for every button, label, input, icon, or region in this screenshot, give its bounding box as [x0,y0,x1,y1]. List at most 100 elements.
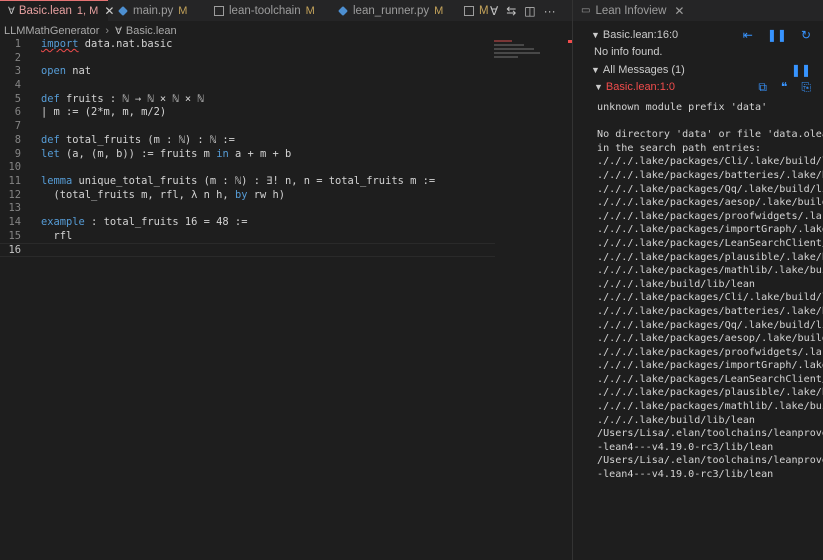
editor-actions: ∀ ⇆ ◫ ··· [490,0,573,21]
code-line[interactable]: 13 [0,202,495,216]
message-actions: ⧉ ❝ ⎘ [758,80,811,95]
line-number: 11 [8,174,21,187]
goal-header[interactable]: ▼ Basic.lean:16:0 ⇤ ❚❚ ↻ [573,28,823,42]
minimap-line [494,48,534,50]
line-text: (total_fruits m, rfl, λ n h, by rw h) [41,188,286,203]
code-token: fruits : ℕ → ℕ × ℕ × ℕ [59,92,204,105]
split-editor-icon[interactable]: ◫ [524,4,535,18]
file-icon [214,5,224,16]
paste-icon[interactable]: ⎘ [801,80,811,95]
line-number: 14 [8,215,21,228]
line-number: 3 [14,65,21,78]
code-token: a + m + b [228,147,292,160]
code-token: (a, (m, b)) := fruits m [59,147,217,160]
close-icon[interactable]: ✕ [104,4,114,18]
code-line[interactable]: 7 [0,120,495,134]
lean-infoview-pane: ▭ Lean Infoview ✕ ▼ Basic.lean:16:0 ⇤ ❚❚… [573,0,823,560]
tab-status: M [178,4,188,17]
message-location[interactable]: Basic.lean:1:0 [606,81,675,93]
code-line[interactable]: 14 example : total_fruits 16 = 48 := [0,216,495,230]
code-line[interactable]: 2 [0,52,495,66]
minimap[interactable] [494,40,568,64]
pin-icon[interactable]: ⇤ [743,28,753,42]
tab-basic-lean[interactable]: ∀ Basic.lean 1, M ✕ [0,0,114,21]
quote-icon[interactable]: ❝ [781,80,787,95]
line-number: 13 [8,202,21,215]
line-number: 6 [14,106,21,119]
keyword-token: in [216,147,229,160]
pause-icon[interactable]: ❚❚ [767,28,787,42]
tab-label: lean_runner.py [353,4,430,17]
code-token: (total_fruits m, rfl, λ n h, [41,188,235,201]
line-text: rfl [41,229,73,244]
line-number: 4 [14,79,21,92]
minimap-line [494,40,512,42]
tab-label: M [479,4,489,17]
close-icon[interactable]: ✕ [674,4,684,18]
caret-down-icon: ▼ [591,30,600,40]
code-line[interactable]: 8 def total_fruits (m : ℕ) : ℕ := [0,134,495,148]
copy-icon[interactable]: ⧉ [758,80,767,95]
tab-main-py[interactable]: main.py M [118,0,210,21]
chevron-right-icon: › [105,25,110,37]
line-number: 5 [14,92,21,105]
code-line[interactable]: 11 lemma unique_total_fruits (m : ℕ) : ∃!… [0,175,495,189]
all-messages-label: All Messages (1) [602,64,685,76]
code-editor[interactable]: 1 import data.nat.basic 2 3 open nat 4 5 def fr… [0,38,495,257]
tab-label: Lean Infoview [595,4,667,17]
goal-location: Basic.lean:16:0 [602,29,679,41]
code-token: rfl [41,229,73,242]
goal-actions: ⇤ ❚❚ ↻ [743,28,811,42]
code-line[interactable]: 5 def fruits : ℕ → ℕ × ℕ × ℕ [0,93,495,107]
line-number: 1 [14,38,21,50]
refresh-icon[interactable]: ↻ [801,28,811,42]
keyword-token: def [41,133,60,146]
keyword-token: def [41,92,60,105]
line-text: def total_fruits (m : ℕ) : ℕ := [41,134,235,148]
lean-icon: ∀ [8,5,15,17]
tab-label: Basic.lean [18,5,72,17]
line-text: let (a, (m, b)) := fruits m in a + m + b [41,148,291,162]
tab-overflow[interactable]: M [464,0,490,21]
tab-lean-infoview[interactable]: ▭ Lean Infoview ✕ [581,0,684,21]
line-number: 12 [8,188,21,201]
code-line[interactable]: 16 [0,243,495,257]
code-line[interactable]: 3 open nat [0,65,495,79]
code-line[interactable]: 6 | m := (2*m, m, m/2) [0,106,495,120]
more-actions-icon[interactable]: ··· [544,4,556,18]
tab-label: main.py [133,4,174,17]
git-compare-icon[interactable]: ⇆ [506,4,516,18]
messages-actions: ❚❚ [791,63,811,77]
keyword-token: example [41,215,85,228]
all-messages-header[interactable]: ▼ All Messages (1) ❚❚ [573,63,823,77]
lean-forall-icon[interactable]: ∀ [490,4,498,18]
breadcrumb-file[interactable]: Basic.lean [126,25,177,37]
line-text: example : total_fruits 16 = 48 := [41,216,247,230]
code-line[interactable]: 15 rfl [0,230,495,244]
no-info-text: No info found. [573,45,823,59]
pause-icon[interactable]: ❚❚ [791,63,811,77]
line-number: 7 [14,120,21,133]
line-number: 2 [14,51,21,64]
line-number: 8 [14,133,21,146]
tab-lean-toolchain[interactable]: lean-toolchain M [214,0,332,21]
line-text: import data.nat.basic [41,38,172,52]
code-line[interactable]: 10 [0,161,495,175]
tab-status: 1, M [76,5,99,17]
python-icon [118,5,128,16]
editor-pane: ∀ Basic.lean 1, M ✕ main.py M lean-toolc… [0,0,573,560]
preview-icon: ▭ [581,5,591,16]
code-token: nat [66,65,92,78]
file-icon [464,5,474,16]
minimap-line [494,52,540,54]
code-line[interactable]: 9 let (a, (m, b)) := fruits m in a + m + … [0,148,495,162]
lean-icon: ∀ [115,25,122,37]
message-header[interactable]: ▼ Basic.lean:1:0 ⧉ ❝ ⎘ [573,80,823,94]
code-line[interactable]: 1 import data.nat.basic [0,38,495,52]
code-line[interactable]: 12 (total_fruits m, rfl, λ n h, by rw h) [0,189,495,203]
code-line[interactable]: 4 [0,79,495,93]
code-token: rw h) [247,188,285,201]
tab-lean-runner-py[interactable]: lean_runner.py M [338,0,456,21]
keyword-token: open [41,65,67,78]
breadcrumb-folder[interactable]: LLMMathGenerator [4,25,99,37]
